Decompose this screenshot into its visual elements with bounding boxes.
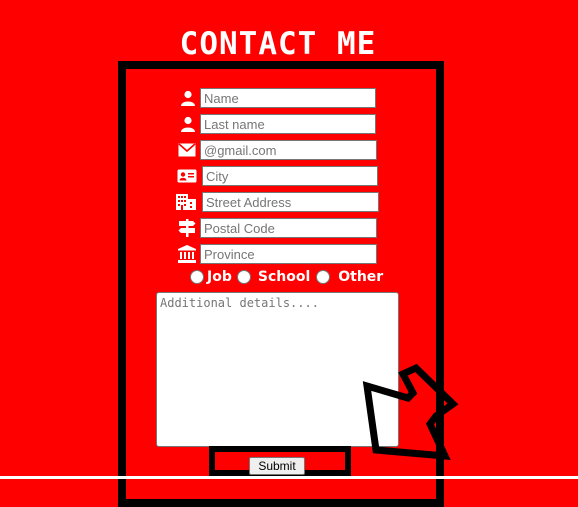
street-input[interactable] (202, 192, 379, 212)
signpost-icon (177, 219, 197, 237)
other-radio[interactable] (316, 270, 331, 284)
field-row-lastname (178, 114, 378, 134)
user-icon (178, 89, 198, 107)
city-input[interactable] (202, 166, 378, 186)
email-input[interactable] (200, 140, 377, 160)
field-row-province (177, 244, 378, 264)
field-row-email (177, 140, 378, 160)
arrow-icon (362, 363, 459, 461)
id-card-icon (177, 167, 197, 185)
lastname-input[interactable] (200, 114, 376, 134)
postal-input[interactable] (200, 218, 377, 238)
field-row-city (177, 166, 378, 186)
province-input[interactable] (200, 244, 377, 264)
name-input[interactable] (200, 88, 376, 108)
field-row-street (176, 192, 380, 212)
job-radio[interactable] (190, 270, 204, 284)
submit-button[interactable]: Submit (249, 457, 305, 475)
purpose-radio-group: Job School Other (188, 268, 383, 286)
field-row-name (178, 88, 378, 108)
building-icon (176, 193, 196, 211)
other-radio-label: Other (338, 269, 384, 285)
landmark-icon (177, 245, 197, 263)
job-radio-label: Job (207, 269, 232, 285)
user-icon (178, 115, 198, 133)
school-radio-label: School (257, 269, 311, 285)
school-radio[interactable] (236, 270, 251, 284)
field-row-postal (177, 218, 378, 238)
page-title: CONTACT ME (179, 26, 377, 62)
envelope-icon (177, 141, 197, 159)
